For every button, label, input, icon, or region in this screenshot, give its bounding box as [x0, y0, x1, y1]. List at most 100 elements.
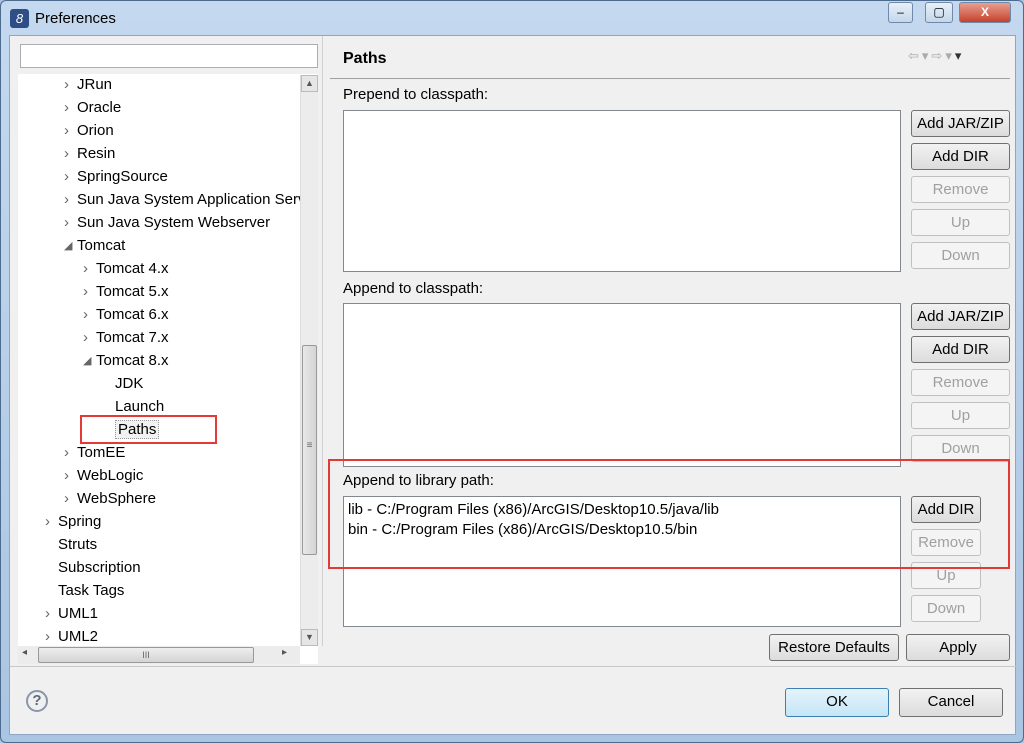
tree-item-label: Task Tags — [58, 582, 125, 599]
tree-item[interactable]: › TomEE — [64, 442, 126, 464]
tree-item[interactable]: › UML1 — [45, 603, 98, 625]
tree-item-label: Struts — [58, 536, 98, 553]
tree-item-label: Spring — [58, 513, 102, 530]
collapsed-arrow-icon[interactable]: › — [83, 258, 93, 280]
down-button[interactable]: Down — [911, 595, 981, 622]
collapsed-arrow-icon[interactable]: › — [83, 327, 93, 349]
collapsed-arrow-icon[interactable]: › — [45, 603, 55, 625]
tree-item[interactable]: › UML2 — [45, 626, 99, 648]
tree-item-label: Tomcat — [77, 237, 126, 254]
close-button[interactable]: X — [959, 2, 1011, 23]
collapsed-arrow-icon[interactable]: › — [64, 143, 74, 165]
tree-item[interactable]: › Tomcat 4.x — [83, 258, 169, 280]
tree-item[interactable]: Struts — [58, 534, 97, 556]
menu-icon[interactable]: ▾ — [955, 48, 965, 63]
add-dir-button[interactable]: Add DIR — [911, 143, 1010, 170]
collapsed-arrow-icon[interactable]: › — [64, 166, 74, 188]
add-jar-zip-button[interactable]: Add JAR/ZIP — [911, 110, 1010, 137]
scroll-up-button[interactable]: ▲ — [301, 75, 318, 92]
expanded-arrow-icon[interactable]: ◢ — [83, 350, 93, 372]
add-dir-button[interactable]: Add DIR — [911, 336, 1010, 363]
tree-item-label: TomEE — [77, 444, 126, 461]
collapsed-arrow-icon[interactable]: › — [45, 511, 55, 533]
tree-item-label: WebSphere — [77, 490, 156, 507]
tree-item[interactable]: › Spring — [45, 511, 102, 533]
nav-history[interactable]: ⇦▾⇨▾▾ — [908, 48, 964, 64]
tree-item-label: UML2 — [58, 628, 99, 645]
restore-defaults-button[interactable]: Restore Defaults — [769, 634, 899, 661]
tree-item-label: JRun — [77, 76, 113, 93]
collapsed-arrow-icon[interactable]: › — [64, 189, 74, 211]
collapsed-arrow-icon[interactable]: › — [64, 212, 74, 234]
up-button[interactable]: Up — [911, 402, 1010, 429]
tree-item[interactable]: ◢ Tomcat — [64, 235, 126, 257]
path-list[interactable] — [343, 303, 901, 467]
header-divider — [330, 78, 1010, 79]
tree-item-label: WebLogic — [77, 467, 144, 484]
tree-item-label: Sun Java System Webserver — [77, 214, 271, 231]
scroll-down-button[interactable]: ▼ — [301, 629, 318, 646]
up-button[interactable]: Up — [911, 209, 1010, 236]
tree-horizontal-scrollbar[interactable]: ◂ III ▸ — [18, 646, 300, 664]
tree-item[interactable]: › Tomcat 6.x — [83, 304, 169, 326]
apply-button[interactable]: Apply — [906, 634, 1010, 661]
tree-item[interactable]: › SpringSource — [64, 166, 168, 188]
remove-button[interactable]: Remove — [911, 369, 1010, 396]
tree-item[interactable]: › Tomcat 7.x — [83, 327, 169, 349]
page-title: Paths — [343, 50, 387, 67]
help-icon[interactable]: ? — [26, 690, 48, 712]
scroll-thumb[interactable]: ≡ — [302, 345, 317, 555]
down-button[interactable]: Down — [911, 435, 1010, 462]
filter-input[interactable] — [20, 44, 318, 68]
tree-item[interactable]: JDK — [115, 373, 143, 395]
collapsed-arrow-icon[interactable]: › — [64, 465, 74, 487]
section-label: Prepend to classpath: — [343, 86, 489, 103]
collapsed-arrow-icon[interactable]: › — [64, 74, 74, 96]
path-list[interactable] — [343, 110, 901, 272]
tree-item[interactable]: Task Tags — [58, 580, 124, 602]
scroll-right-button[interactable]: ▸ — [282, 647, 287, 658]
tree-item-label: JDK — [115, 375, 144, 392]
add-jar-zip-button[interactable]: Add JAR/ZIP — [911, 303, 1010, 330]
panel-divider — [322, 36, 323, 646]
tree-highlight-box — [80, 415, 217, 444]
tree-item[interactable]: › WebSphere — [64, 488, 156, 510]
tree-item[interactable]: ◢ Tomcat 8.x — [83, 350, 169, 372]
tree-item-label: SpringSource — [77, 168, 168, 185]
maximize-button[interactable]: ▢ — [925, 2, 953, 23]
tree-item[interactable]: › Sun Java System Webserver — [64, 212, 271, 234]
tree-item[interactable]: › WebLogic — [64, 465, 144, 487]
tree-item[interactable]: › Sun Java System Application Server — [64, 189, 318, 211]
preferences-window: 8 Preferences – ▢ X › JRun › Oracle › Orion › R… — [0, 0, 1024, 743]
collapsed-arrow-icon[interactable]: › — [83, 281, 93, 303]
collapsed-arrow-icon[interactable]: › — [64, 120, 74, 142]
tree-item[interactable]: › Tomcat 5.x — [83, 281, 169, 303]
tree-item[interactable]: › JRun — [64, 74, 113, 96]
scroll-left-button[interactable]: ◂ — [22, 647, 27, 658]
ok-button[interactable]: OK — [785, 688, 889, 717]
tree-item-label: Oracle — [77, 99, 122, 116]
bottom-divider — [10, 666, 1017, 667]
forward-icon[interactable]: ⇨▾ — [931, 48, 954, 63]
tree-item-label: Tomcat 6.x — [96, 306, 169, 323]
remove-button[interactable]: Remove — [911, 176, 1010, 203]
down-button[interactable]: Down — [911, 242, 1010, 269]
tree-item[interactable]: › Orion — [64, 120, 114, 142]
tree-item-label: Resin — [77, 145, 116, 162]
expanded-arrow-icon[interactable]: ◢ — [64, 235, 74, 257]
tree-item[interactable]: › Oracle — [64, 97, 122, 119]
collapsed-arrow-icon[interactable]: › — [64, 488, 74, 510]
tree-vertical-scrollbar[interactable]: ▲ ≡ ▼ — [300, 75, 318, 646]
collapsed-arrow-icon[interactable]: › — [64, 442, 74, 464]
back-icon[interactable]: ⇦▾ — [908, 48, 931, 63]
collapsed-arrow-icon[interactable]: › — [45, 626, 55, 648]
cancel-button[interactable]: Cancel — [899, 688, 1003, 717]
minimize-button[interactable]: – — [888, 2, 913, 23]
tree-item[interactable]: Subscription — [58, 557, 141, 579]
preferences-tree: › JRun › Oracle › Orion › Resin › SpringSource › Su… — [18, 74, 318, 664]
tree-item-label: Tomcat 4.x — [96, 260, 169, 277]
tree-item[interactable]: › Resin — [64, 143, 116, 165]
collapsed-arrow-icon[interactable]: › — [83, 304, 93, 326]
h-scroll-thumb[interactable]: III — [38, 647, 254, 663]
collapsed-arrow-icon[interactable]: › — [64, 97, 74, 119]
